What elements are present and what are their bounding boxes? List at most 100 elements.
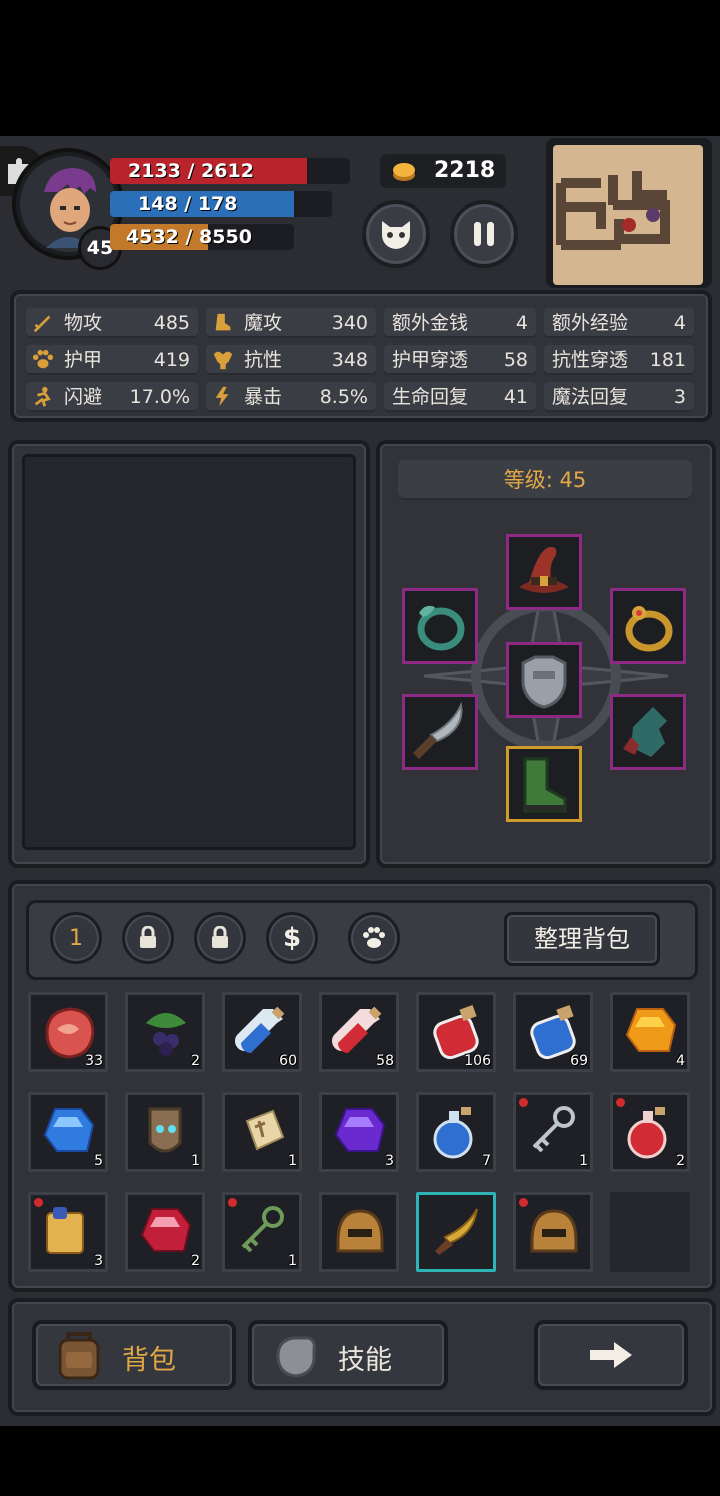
pet-face-icon [382,221,410,249]
stat-9: 暴击 8.5% [206,382,376,412]
equip-slot-ring-right[interactable] [610,588,686,664]
equipment-level: 等级: 45 [398,460,692,500]
new-item-dot [519,1198,528,1207]
stat-label: 抗性穿透 [552,349,629,371]
inventory-slot[interactable]: 3 [28,1192,108,1272]
green-ring-icon [417,605,465,651]
item-count: 3 [385,1153,394,1169]
cleaver-icon [413,701,463,759]
sort-bag-button[interactable]: 整理背包 [504,912,660,966]
inventory-slot[interactable]: 2 [125,992,205,1072]
dollar-icon: $ [282,923,302,953]
stat-label: 额外经验 [552,312,629,334]
stat-7: 抗性穿透 181 [544,345,694,375]
equip-slot-hat[interactable] [506,534,582,610]
stat-label: 暴击 [244,386,283,408]
inventory-slot[interactable]: 1 [125,1092,205,1172]
bag-tab-shop[interactable]: $ [266,912,318,964]
item-count: 2 [191,1053,200,1069]
stat-label: 抗性 [244,349,283,371]
equipment-level-text: 等级: 45 [503,468,587,492]
inventory-slot[interactable] [513,1192,593,1272]
stat-3: 额外经验 4 [544,308,694,338]
stat-2: 额外金钱 4 [384,308,536,338]
bag-tab-pet[interactable] [348,912,400,964]
inventory-slot[interactable]: 106 [416,992,496,1072]
mask-icon [148,1107,182,1153]
bag-tab-locked-1[interactable] [122,912,174,964]
berries-icon [146,1013,186,1056]
stat-value: 3 [673,386,686,408]
stat-value: 485 [153,312,190,334]
pause-button[interactable] [450,200,518,268]
equip-slot-ring-left[interactable] [402,588,478,664]
stat-value: 41 [503,386,528,408]
inventory-slot[interactable]: 3 [319,1092,399,1172]
inventory-slot[interactable]: 5 [28,1092,108,1172]
inventory-slot[interactable]: 1 [222,1092,302,1172]
pet-button[interactable] [362,200,430,268]
equip-slot-gloves[interactable] [610,694,686,770]
item-count: 1 [191,1153,200,1169]
muscle-icon [213,351,233,370]
inventory-slot[interactable]: 2 [125,1192,205,1272]
bag-tab-locked-2[interactable] [194,912,246,964]
item-count: 3 [94,1253,103,1269]
green-key-icon [241,1206,284,1253]
inventory-slot[interactable]: 69 [513,992,593,1072]
stat-label: 额外金钱 [392,312,469,334]
player-marker [622,218,636,232]
gold-ring-icon [625,606,673,652]
next-button[interactable] [534,1320,688,1390]
bag-button[interactable]: 背包 [32,1320,236,1390]
inventory-slot[interactable] [319,1192,399,1272]
stat-value: 4 [673,312,686,334]
inventory-slot[interactable]: 7 [416,1092,496,1172]
lightning-icon [215,386,229,407]
new-item-dot [519,1098,528,1107]
equip-slot-boots[interactable] [506,746,582,822]
inventory-slot-empty[interactable] [610,1192,690,1272]
skill-button[interactable]: 技能 [248,1320,448,1390]
hp-text: 2133 / 2612 [128,160,254,182]
stat-5: 抗性 348 [206,345,376,375]
inventory-slot[interactable]: 58 [319,992,399,1072]
blue-flask-icon [433,1107,473,1159]
inventory-slot[interactable]: 4 [610,992,690,1072]
item-count: 2 [191,1253,200,1269]
stat-value: 419 [153,349,190,371]
item-count: 2 [676,1153,685,1169]
item-count: 1 [579,1153,588,1169]
equip-slot-weapon[interactable] [402,694,478,770]
inventory-slot[interactable] [416,1192,496,1272]
stat-label: 护甲穿透 [392,349,469,371]
boots-icon [523,757,567,813]
minimap[interactable] [546,138,712,288]
stat-4: 护甲 419 [26,345,198,375]
hat-icon [519,547,569,593]
magic-boot-icon [215,313,231,331]
paw-icon [363,927,385,948]
inventory-slot[interactable]: 60 [222,992,302,1072]
inventory-slot[interactable]: 33 [28,992,108,1072]
inventory-slot[interactable]: 1 [513,1092,593,1172]
bag-tab-1[interactable]: 1 [50,912,102,964]
stat-label: 魔攻 [244,312,283,334]
bag-tab-1-label: 1 [69,925,83,951]
inventory-slot[interactable]: 1 [222,1192,302,1272]
item-count: 1 [288,1153,297,1169]
fist-icon [276,1336,316,1378]
stat-label: 物攻 [64,312,103,334]
gloves-icon [623,707,667,757]
stat-label: 生命回复 [392,386,469,408]
mp-text: 148 / 178 [138,193,238,215]
item-count: 5 [94,1153,103,1169]
exp-bar: 4532 / 8550 [110,224,294,250]
mp-bar: 148 / 178 [110,191,332,217]
inventory-slot[interactable]: 2 [610,1092,690,1172]
item-count: 33 [85,1053,103,1069]
blue-gem-icon [43,1108,95,1152]
item-count: 1 [288,1253,297,1269]
lock-icon [212,926,228,948]
equip-slot-armor[interactable] [506,642,582,718]
